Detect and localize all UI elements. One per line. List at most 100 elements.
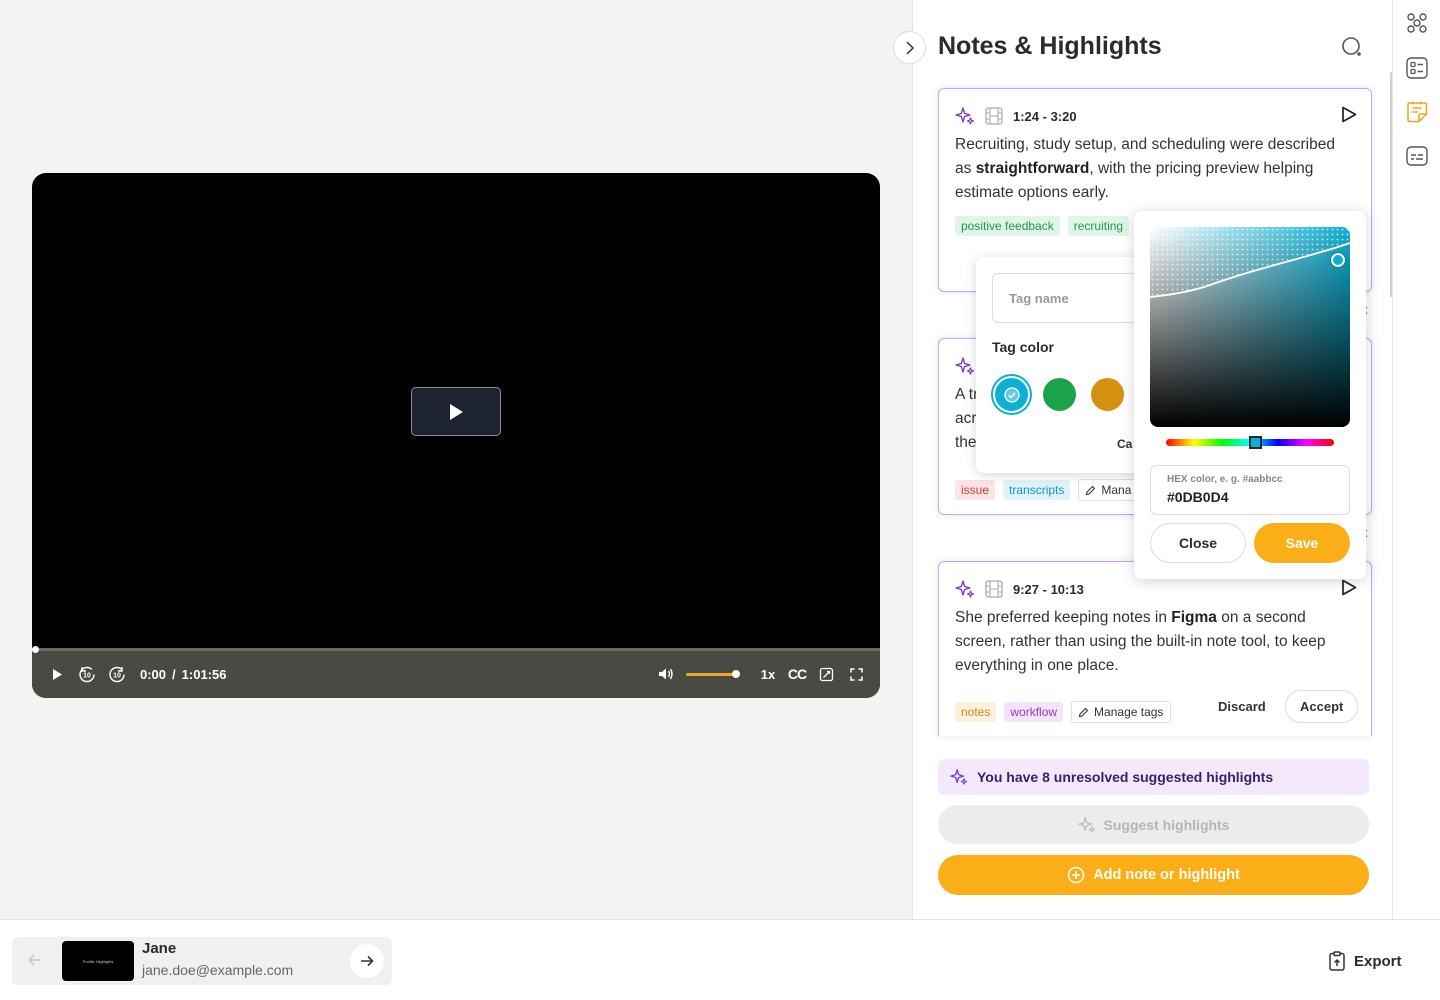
suggest-highlights-button[interactable]: Suggest highlights [938, 805, 1369, 844]
tag-popover: Tag name Tag color Ca [976, 257, 1156, 473]
arrow-right-icon [361, 955, 374, 967]
hue-knob[interactable] [1249, 436, 1262, 449]
tag-list: positive feedback recruiting [955, 216, 1130, 236]
rail-checklist-button[interactable] [1405, 56, 1429, 80]
rewind-10-icon: 10 [79, 666, 95, 683]
hex-input[interactable]: HEX color, e. g. #aabbcc #0DB0D4 [1150, 465, 1350, 515]
checklist-icon [1406, 57, 1428, 79]
tag-chip[interactable]: positive feedback [955, 216, 1060, 236]
fullscreen-button[interactable] [846, 662, 866, 686]
cancel-button-partial[interactable]: Ca [1117, 437, 1132, 451]
ai-sparkle-icon [955, 107, 975, 125]
pencil-icon [1086, 485, 1096, 495]
video-stage: 10 10 0:00 / 1:01:56 1x CC [0, 0, 912, 919]
text-bold-segment: Figma [1171, 609, 1217, 626]
search-button[interactable] [1341, 36, 1363, 63]
accept-button[interactable]: Accept [1285, 690, 1359, 723]
saturation-value-area[interactable] [1150, 227, 1350, 427]
tag-chip[interactable]: issue [955, 480, 996, 500]
volume-slider[interactable] [686, 670, 740, 678]
progress-knob[interactable] [32, 646, 39, 653]
add-note-button[interactable]: Add note or highlight [938, 855, 1369, 895]
tag-color-label: Tag color [992, 339, 1054, 355]
panel-title: Notes & Highlights [938, 32, 1162, 60]
export-label: Export [1354, 952, 1402, 970]
rail-clusters-button[interactable] [1405, 11, 1429, 35]
card-header [955, 356, 975, 376]
close-button[interactable]: Close [1150, 523, 1246, 563]
collapse-panel-button[interactable] [893, 31, 926, 64]
svg-text:10: 10 [113, 673, 121, 680]
card-header: 9:27 - 10:13 [955, 579, 1084, 599]
arrow-left-icon [27, 954, 41, 966]
color-swatch[interactable] [1091, 378, 1124, 411]
volume-knob[interactable] [732, 670, 740, 678]
color-swatch[interactable] [1043, 378, 1076, 411]
volume-button[interactable] [656, 662, 676, 686]
color-swatch-selected[interactable] [995, 378, 1028, 411]
play-clip-button[interactable] [1341, 579, 1357, 601]
tag-name-input[interactable]: Tag name [992, 273, 1156, 323]
unresolved-banner[interactable]: You have 8 unresolved suggested highligh… [938, 759, 1369, 795]
manage-tags-label: Mana [1101, 483, 1132, 497]
suggest-label: Suggest highlights [1103, 816, 1230, 833]
hex-value: #0DB0D4 [1167, 489, 1229, 505]
transcript-icon [1406, 146, 1428, 166]
play-outline-icon [1342, 579, 1357, 596]
film-icon [985, 107, 1003, 125]
previous-participant-button[interactable] [26, 951, 44, 974]
discard-button[interactable]: Discard [1218, 699, 1266, 714]
search-icon [1342, 37, 1361, 56]
rewind-10-button[interactable]: 10 [77, 662, 97, 686]
time-separator: / [172, 667, 176, 682]
add-note-label: Add note or highlight [1093, 867, 1240, 883]
tag-list: notes workflow Manage tags [955, 701, 1172, 723]
manage-tags-button[interactable]: Mana [1078, 479, 1140, 501]
export-button[interactable]: Export [1328, 951, 1402, 971]
rail-transcript-button[interactable] [1405, 144, 1429, 168]
text-bold-segment: straightforward [975, 160, 1090, 177]
unresolved-text: You have 8 unresolved suggested highligh… [977, 769, 1274, 785]
hex-label: HEX color, e. g. #aabbcc [1167, 474, 1283, 485]
save-button[interactable]: Save [1254, 523, 1350, 563]
manage-tags-button[interactable]: Manage tags [1071, 701, 1172, 723]
progress-bar[interactable] [32, 646, 880, 653]
play-outline-icon [1342, 106, 1357, 123]
rail-notes-button[interactable] [1405, 100, 1429, 124]
play-clip-button[interactable] [1341, 106, 1357, 128]
pencil-icon [1078, 707, 1089, 717]
video-player[interactable]: 10 10 0:00 / 1:01:56 1x CC [32, 173, 880, 698]
participant-switcher: Prolific Highlights Jane jane.doe@exampl… [12, 937, 392, 985]
film-icon [985, 580, 1003, 598]
tag-chip[interactable]: notes [955, 702, 997, 722]
highlight-clip-button[interactable] [816, 662, 836, 686]
tag-chip[interactable]: recruiting [1067, 216, 1130, 236]
hue-slider[interactable] [1166, 436, 1334, 449]
clip-edit-icon [819, 667, 833, 681]
highlight-card[interactable]: 9:27 - 10:13 She preferred keeping notes… [938, 561, 1372, 736]
color-picker: HEX color, e. g. #aabbcc #0DB0D4 Close S… [1134, 211, 1366, 579]
tag-chip[interactable]: workflow [1004, 702, 1064, 722]
text-segment: She preferred keeping notes in [955, 609, 1172, 626]
gamut-overlay [1150, 227, 1350, 298]
forward-10-button[interactable]: 10 [107, 662, 127, 686]
speed-button[interactable]: 1x [758, 662, 778, 686]
participant-name: Jane [142, 940, 177, 957]
ai-sparkle-icon [950, 769, 968, 785]
card-timestamp: 1:24 - 3:20 [1013, 108, 1077, 124]
ai-sparkle-icon [955, 357, 975, 375]
side-rail [1392, 0, 1440, 919]
video-controls: 10 10 0:00 / 1:01:56 1x CC [32, 646, 880, 698]
clusters-icon [1407, 13, 1427, 33]
duration: 1:01:56 [181, 667, 227, 682]
next-participant-button[interactable] [350, 944, 384, 978]
play-button[interactable] [48, 662, 66, 686]
tag-chip[interactable]: transcripts [1003, 480, 1071, 500]
participant-email: jane.doe@example.com [142, 962, 294, 978]
big-play-button[interactable] [411, 387, 501, 436]
participant-thumbnail[interactable]: Prolific Highlights [62, 941, 134, 981]
play-icon [450, 403, 463, 420]
saturation-knob[interactable] [1331, 253, 1345, 267]
play-icon [52, 668, 62, 680]
captions-button[interactable]: CC [786, 662, 808, 686]
